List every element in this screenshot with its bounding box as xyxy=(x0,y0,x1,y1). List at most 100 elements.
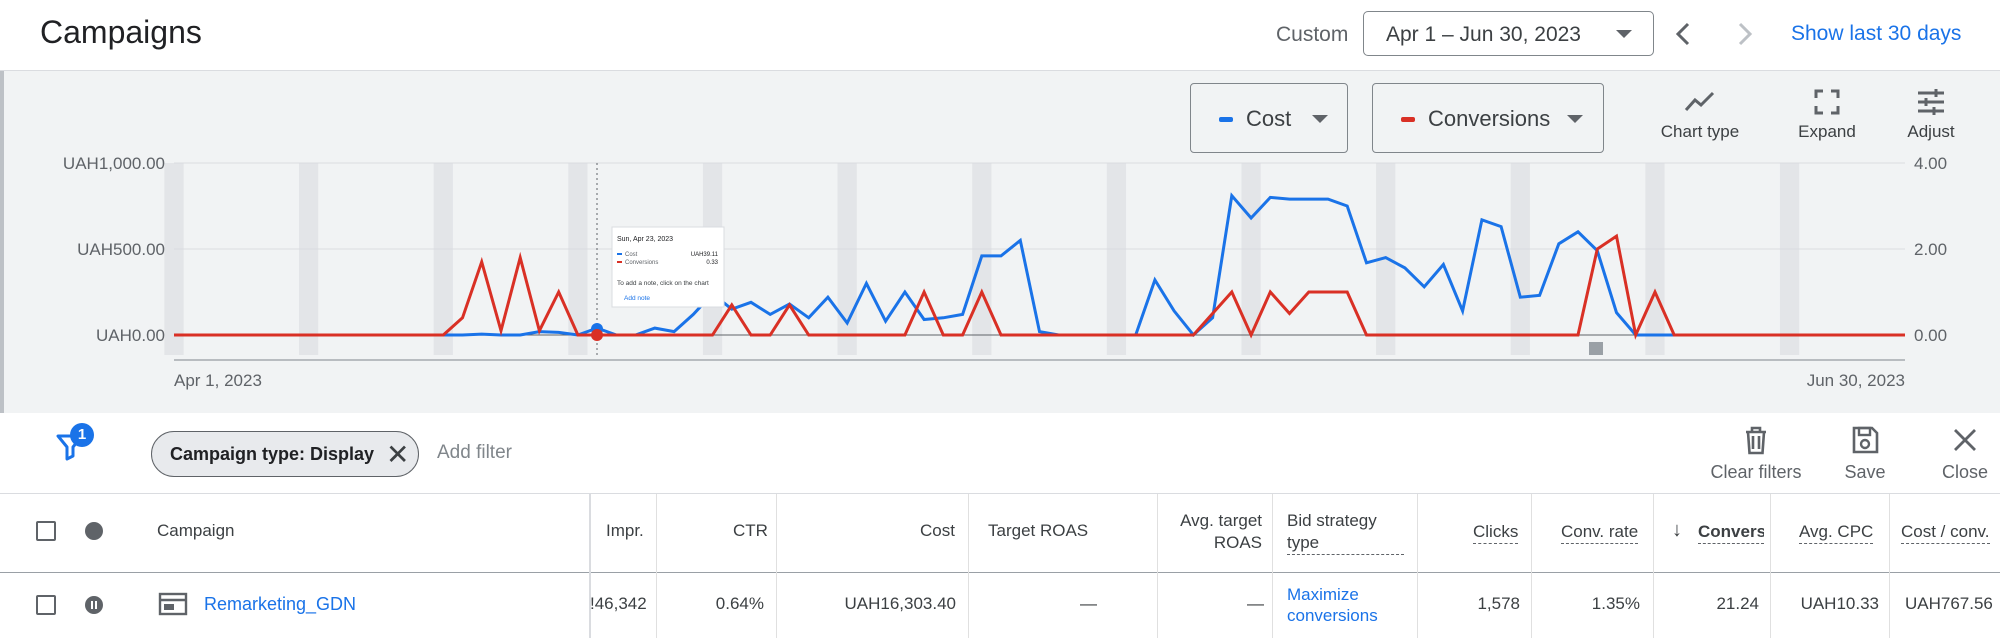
trash-icon xyxy=(1746,426,1766,455)
col-header-avg-target-roas[interactable]: Avg. target ROAS xyxy=(1174,510,1262,554)
col-divider xyxy=(1889,494,1890,638)
close-icon xyxy=(1954,429,1976,451)
col-header-target-roas[interactable]: Target ROAS xyxy=(988,520,1088,542)
col-header-conversions[interactable]: Convers xyxy=(1698,521,1764,544)
weekend-band xyxy=(1106,163,1127,355)
tooltip-date: Sun, Apr 23, 2023 xyxy=(617,236,673,243)
y-right-tick-label: 2.00 xyxy=(1914,240,1947,259)
save-filter-button[interactable]: Save xyxy=(1830,424,1900,483)
page-title: Campaigns xyxy=(40,14,202,50)
col-header-avg-target-roas-line1: Avg. target xyxy=(1180,511,1262,530)
cell-avg-cpc: UAH10.33 xyxy=(1800,594,1879,613)
x-end-label: Jun 30, 2023 xyxy=(1807,371,1905,390)
y-left-tick-label: UAH500.00 xyxy=(77,240,165,259)
dropdown-arrow-icon xyxy=(1616,30,1632,38)
weekend-band xyxy=(837,163,857,355)
close-label: Close xyxy=(1941,462,1989,482)
col-divider xyxy=(1157,494,1158,638)
col-header-conv-rate[interactable]: Conv. rate xyxy=(1561,521,1639,544)
y-left-tick-label: UAH1,000.00 xyxy=(63,154,165,173)
col-divider xyxy=(968,494,969,638)
cell-cost: UAH16,303.40 xyxy=(844,594,956,613)
col-divider xyxy=(1272,494,1273,638)
cell-clicks: 1,578 xyxy=(1477,594,1520,613)
paused-status-icon[interactable] xyxy=(85,596,103,614)
filter-count-badge: 1 xyxy=(70,423,94,447)
tooltip-add-note-link[interactable]: Add note xyxy=(624,295,650,302)
col-header-avg-cpc[interactable]: Avg. CPC xyxy=(1799,521,1874,544)
date-range-select[interactable]: Apr 1 – Jun 30, 2023 xyxy=(1363,11,1654,56)
y-right-tick-label: 0.00 xyxy=(1914,326,1947,345)
cell-impr: !46,342 xyxy=(590,594,646,613)
cell-target-roas: — xyxy=(1080,594,1097,613)
col-header-ctr[interactable]: CTR xyxy=(733,520,768,542)
performance-chart[interactable]: UAH1,000.00 UAH500.00 UAH0.00 4.00 2.00 0.00… xyxy=(0,71,2000,413)
col-header-cost-per-conv[interactable]: Cost / conv. xyxy=(1901,521,1990,544)
weekend-band xyxy=(299,163,319,355)
status-column-icon xyxy=(85,522,103,540)
cell-bid-strategy-link[interactable]: Maximize conversions xyxy=(1287,584,1378,626)
weekend-band xyxy=(568,163,588,355)
clear-filters-label: Clear filters xyxy=(1710,462,1802,482)
hover-point-conversions xyxy=(591,329,603,341)
col-divider xyxy=(1417,494,1418,638)
bid-strategy-line2: conversions xyxy=(1287,606,1378,625)
remove-filter-icon[interactable]: ✕ xyxy=(386,438,409,471)
add-filter-input[interactable]: Add filter xyxy=(437,442,512,464)
display-campaign-icon xyxy=(158,591,188,622)
x-start-label: Apr 1, 2023 xyxy=(174,371,262,390)
col-header-campaign[interactable]: Campaign xyxy=(157,520,235,542)
weekend-band xyxy=(1510,163,1530,355)
weekend-band xyxy=(164,163,184,355)
weekend-band xyxy=(1779,163,1800,355)
y-axis-left-labels: UAH1,000.00 UAH500.00 UAH0.00 xyxy=(63,154,165,345)
date-range-value: Apr 1 – Jun 30, 2023 xyxy=(1386,23,1581,46)
cell-avg-target-roas: — xyxy=(1247,594,1264,613)
filter-chip-label: Campaign type: Display xyxy=(170,444,375,464)
col-divider xyxy=(656,494,657,638)
annotation-marker xyxy=(1589,342,1603,355)
next-period-button[interactable] xyxy=(1724,14,1764,54)
cell-conv-rate: 1.35% xyxy=(1591,594,1640,613)
col-header-bid-strategy-line1: Bid strategy xyxy=(1287,511,1377,530)
cell-cost-per-conv: UAH767.56 xyxy=(1905,594,1993,613)
tooltip-note: To add a note, click on the chart xyxy=(617,280,709,287)
row-checkbox[interactable] xyxy=(36,595,56,615)
sort-descending-icon: ↓ xyxy=(1672,519,1682,541)
col-header-clicks[interactable]: Clicks xyxy=(1473,521,1519,544)
date-range-type-label: Custom xyxy=(1276,23,1349,46)
col-header-avg-target-roas-line2: ROAS xyxy=(1213,533,1262,552)
clear-filters-button[interactable]: Clear filters xyxy=(1706,424,1806,483)
chart-tooltip: Sun, Apr 23, 2023 Cost UAH39.11 Conversi… xyxy=(611,226,725,308)
save-label: Save xyxy=(1844,462,1886,482)
y-axis-right-labels: 4.00 2.00 0.00 xyxy=(1914,154,1947,345)
campaign-name-link[interactable]: Remarketing_GDN xyxy=(204,594,356,615)
select-all-checkbox[interactable] xyxy=(36,521,56,541)
close-filter-button[interactable]: Close xyxy=(1930,424,2000,483)
col-divider xyxy=(776,494,777,638)
col-divider xyxy=(1653,494,1654,638)
tooltip-conv-label: Conversions xyxy=(625,260,658,266)
col-header-bid-strategy[interactable]: Bid strategy type xyxy=(1287,510,1404,555)
col-header-cost[interactable]: Cost xyxy=(920,520,955,542)
filter-chip-campaign-type[interactable]: Campaign type: Display ✕ xyxy=(151,431,419,477)
col-header-impr[interactable]: Impr. xyxy=(606,520,644,542)
y-left-tick-label: UAH0.00 xyxy=(96,326,165,345)
save-icon xyxy=(1852,426,1879,454)
cell-ctr: 0.64% xyxy=(715,594,764,613)
col-divider xyxy=(1770,494,1771,638)
col-divider xyxy=(1531,494,1532,638)
bid-strategy-line1: Maximize xyxy=(1287,585,1359,604)
col-header-bid-strategy-line2: type xyxy=(1287,532,1404,555)
weekend-band xyxy=(1241,163,1261,355)
tooltip-conv-value: 0.33 xyxy=(706,260,718,266)
chevron-left-icon xyxy=(1675,22,1690,46)
chevron-right-icon xyxy=(1738,22,1753,46)
tooltip-cost-label: Cost xyxy=(625,252,638,258)
tooltip-cost-value: UAH39.11 xyxy=(691,252,719,258)
show-last-30-days-link[interactable]: Show last 30 days xyxy=(1791,22,1961,46)
frozen-column-divider xyxy=(589,494,591,638)
weekend-band xyxy=(1645,163,1665,355)
previous-period-button[interactable] xyxy=(1664,14,1704,54)
weekend-band xyxy=(433,163,453,355)
